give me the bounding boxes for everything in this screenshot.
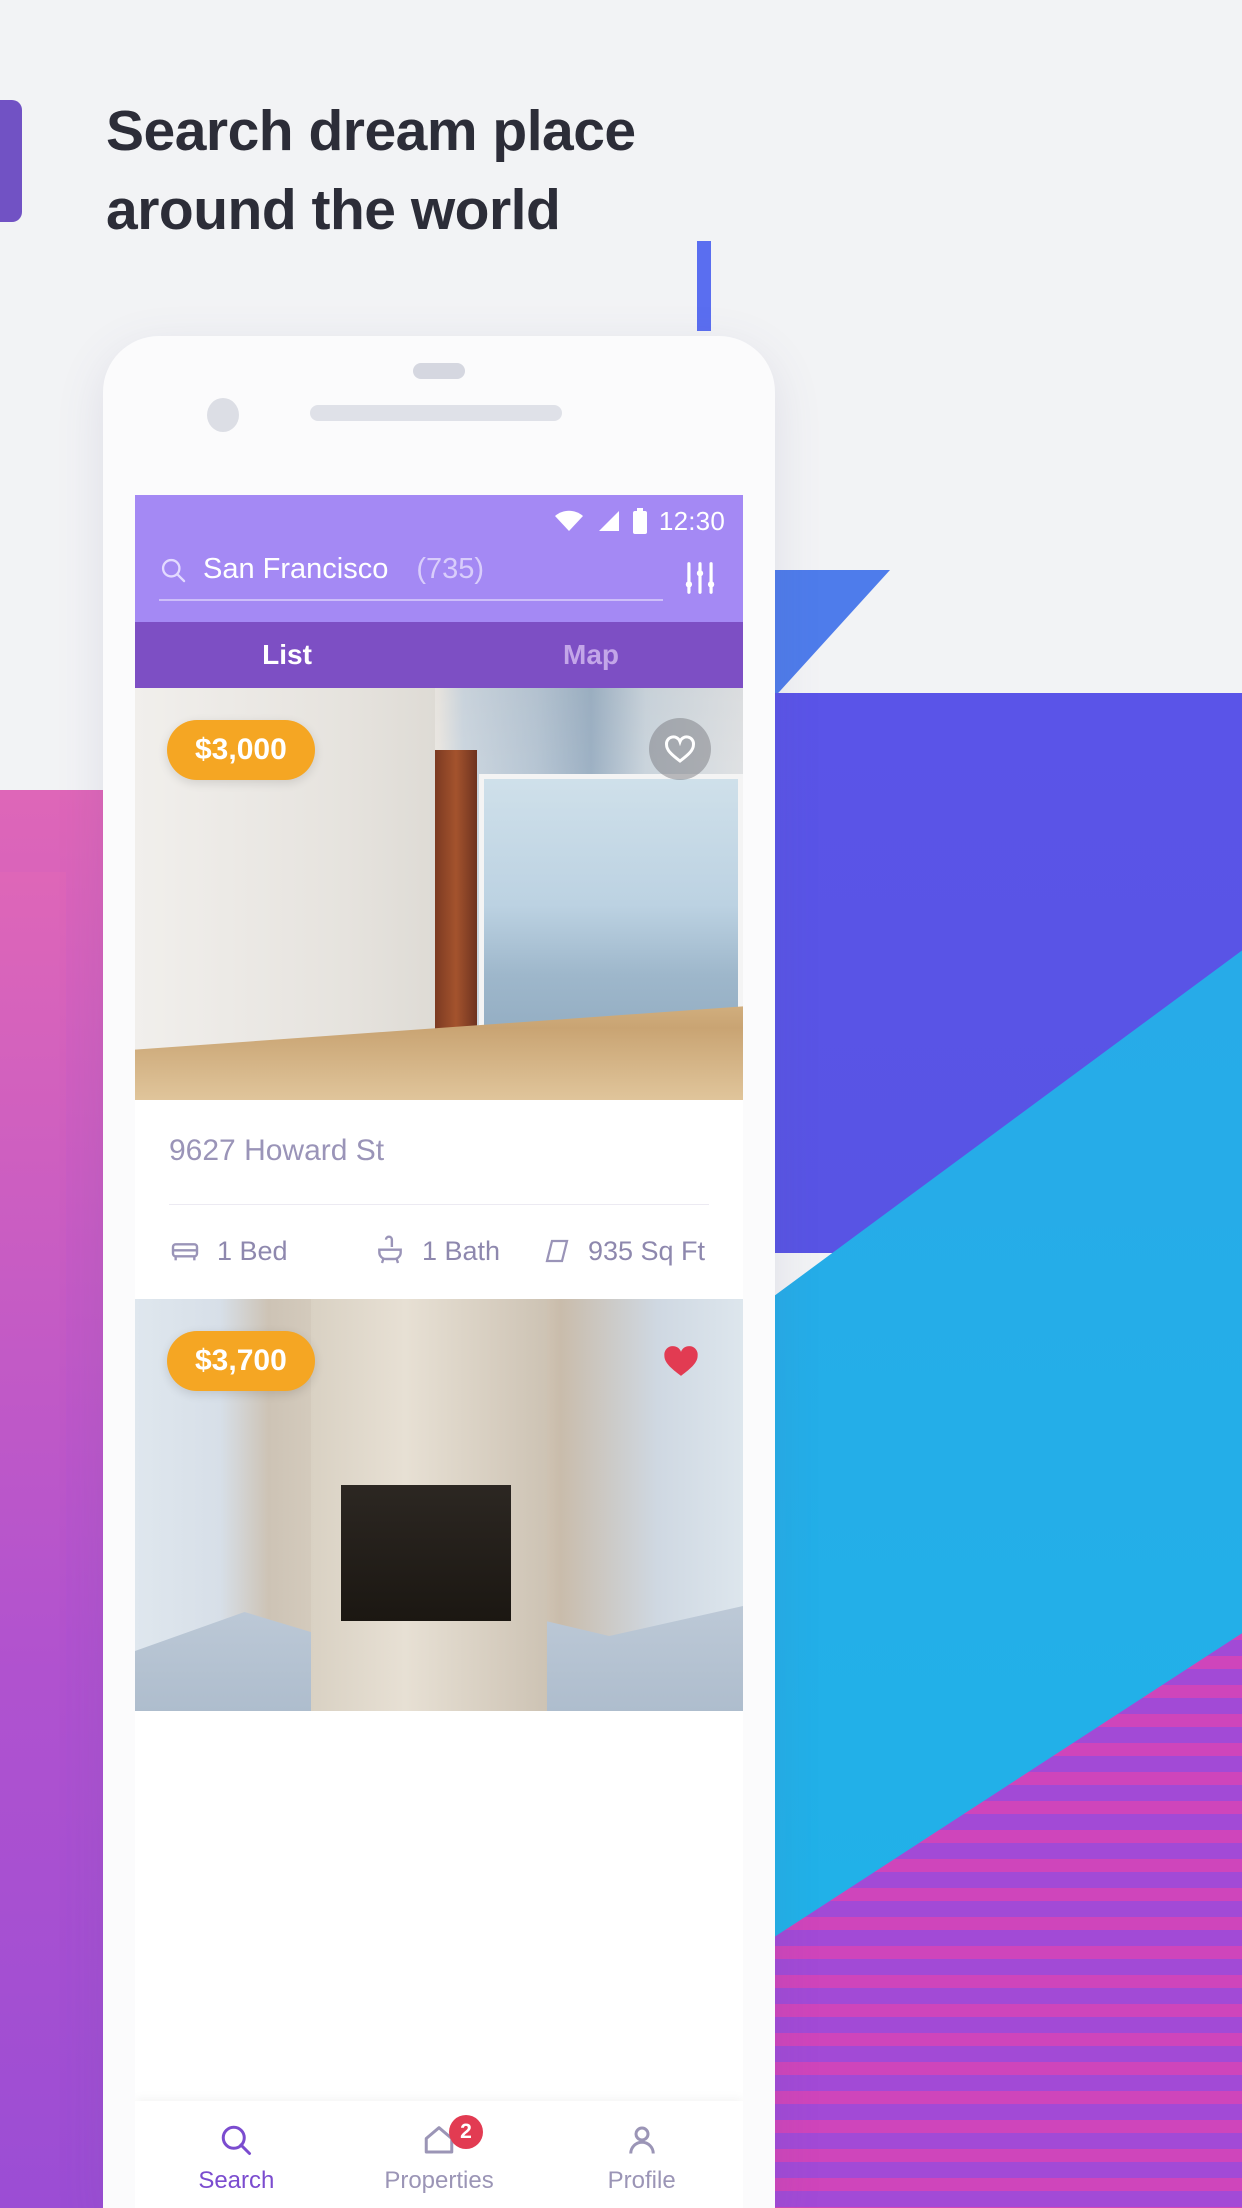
- spec-bed-label: 1 Bed: [217, 1235, 288, 1266]
- phone-speaker: [413, 363, 465, 379]
- tab-map[interactable]: Map: [439, 622, 743, 688]
- phone-mockup: 12:30 San Francisco (735) List Map $3,00…: [103, 336, 775, 2208]
- decor-blue-bar: [697, 241, 711, 331]
- photo-curtain: [435, 750, 477, 1050]
- headline-line-1: Search dream place: [106, 99, 636, 163]
- area-icon: [545, 1239, 569, 1263]
- nav-item-properties[interactable]: 2 Properties: [338, 2101, 541, 2208]
- person-icon: [628, 2126, 655, 2154]
- phone-sensor-bar: [310, 405, 562, 421]
- view-mode-tabs: List Map: [135, 622, 743, 688]
- wifi-icon: [554, 510, 583, 531]
- filter-sliders-icon: [685, 562, 715, 594]
- spec-area-label: 935 Sq Ft: [587, 1235, 706, 1266]
- bottom-navigation: Search 2 Properties Profile: [135, 2101, 743, 2208]
- decor-blue-triangle: [770, 570, 890, 702]
- page-root: Search dream place around the world 12:3…: [0, 0, 1242, 2208]
- heart-filled-icon: [664, 1346, 698, 1376]
- cellular-signal-icon: [598, 511, 619, 531]
- nav-label-properties: Properties: [384, 2167, 494, 2194]
- search-result-count: (735): [416, 553, 485, 585]
- battery-icon: [632, 508, 647, 534]
- carousel-dot[interactable]: [402, 1064, 416, 1078]
- search-value: San Francisco: [203, 553, 389, 585]
- status-bar-time: 12:30: [658, 505, 725, 536]
- spec-bath: 1 Bath: [348, 1235, 527, 1267]
- listing-specs: 1 Bed 1 Bath 935 Sq Ft: [169, 1205, 709, 1299]
- carousel-dots[interactable]: [402, 1064, 476, 1078]
- photo-window: [479, 774, 743, 1064]
- carousel-dot[interactable]: [462, 1064, 476, 1078]
- spec-bed: 1 Bed: [169, 1235, 348, 1267]
- listing-photo[interactable]: $3,700: [135, 1299, 743, 1711]
- spec-bath-label: 1 Bath: [421, 1235, 501, 1266]
- phone-camera: [207, 398, 239, 432]
- nav-item-search[interactable]: Search: [135, 2101, 338, 2208]
- listing-details: 9627 Howard St 1 Bed 1 Bath 935 Sq Ft: [135, 1100, 743, 1299]
- decor-right-shapes: [770, 560, 1242, 2208]
- nav-label-profile: Profile: [607, 2167, 676, 2194]
- favorite-button[interactable]: [653, 1333, 709, 1389]
- filter-button[interactable]: [681, 553, 719, 602]
- bath-icon: [378, 1235, 402, 1264]
- nav-label-search: Search: [198, 2167, 275, 2194]
- tab-list[interactable]: List: [135, 622, 439, 688]
- search-icon: [161, 558, 186, 582]
- price-badge: $3,000: [167, 720, 315, 780]
- listing-photo[interactable]: $3,000: [135, 688, 743, 1100]
- spec-area: 935 Sq Ft: [526, 1235, 709, 1267]
- favorite-button[interactable]: [649, 718, 711, 780]
- nav-item-profile[interactable]: Profile: [540, 2101, 743, 2208]
- price-badge: $3,700: [167, 1331, 315, 1391]
- status-bar: 12:30: [135, 495, 743, 547]
- decor-left-pink-step: [0, 872, 66, 2208]
- phone-screen: 12:30 San Francisco (735) List Map $3,00…: [135, 495, 743, 2208]
- decor-left-purple-tab: [0, 100, 22, 222]
- listing-card[interactable]: $3,700: [135, 1299, 743, 1711]
- headline-line-2: around the world: [106, 177, 561, 242]
- page-title: Search dream place around the world: [106, 92, 806, 249]
- listing-address: 9627 Howard St: [169, 1134, 385, 1167]
- bed-icon: [171, 1243, 199, 1261]
- carousel-dot[interactable]: [432, 1064, 446, 1078]
- search-input[interactable]: San Francisco (735): [159, 553, 663, 601]
- search-icon: [222, 2125, 252, 2155]
- listing-card[interactable]: $3,000 9627 Howard St 1 Bed 1 Bath 935 S…: [135, 688, 743, 1299]
- photo-doorway: [341, 1485, 511, 1621]
- search-bar: San Francisco (735): [135, 547, 743, 622]
- properties-badge: 2: [449, 2115, 483, 2149]
- heart-outline-icon: [665, 735, 695, 763]
